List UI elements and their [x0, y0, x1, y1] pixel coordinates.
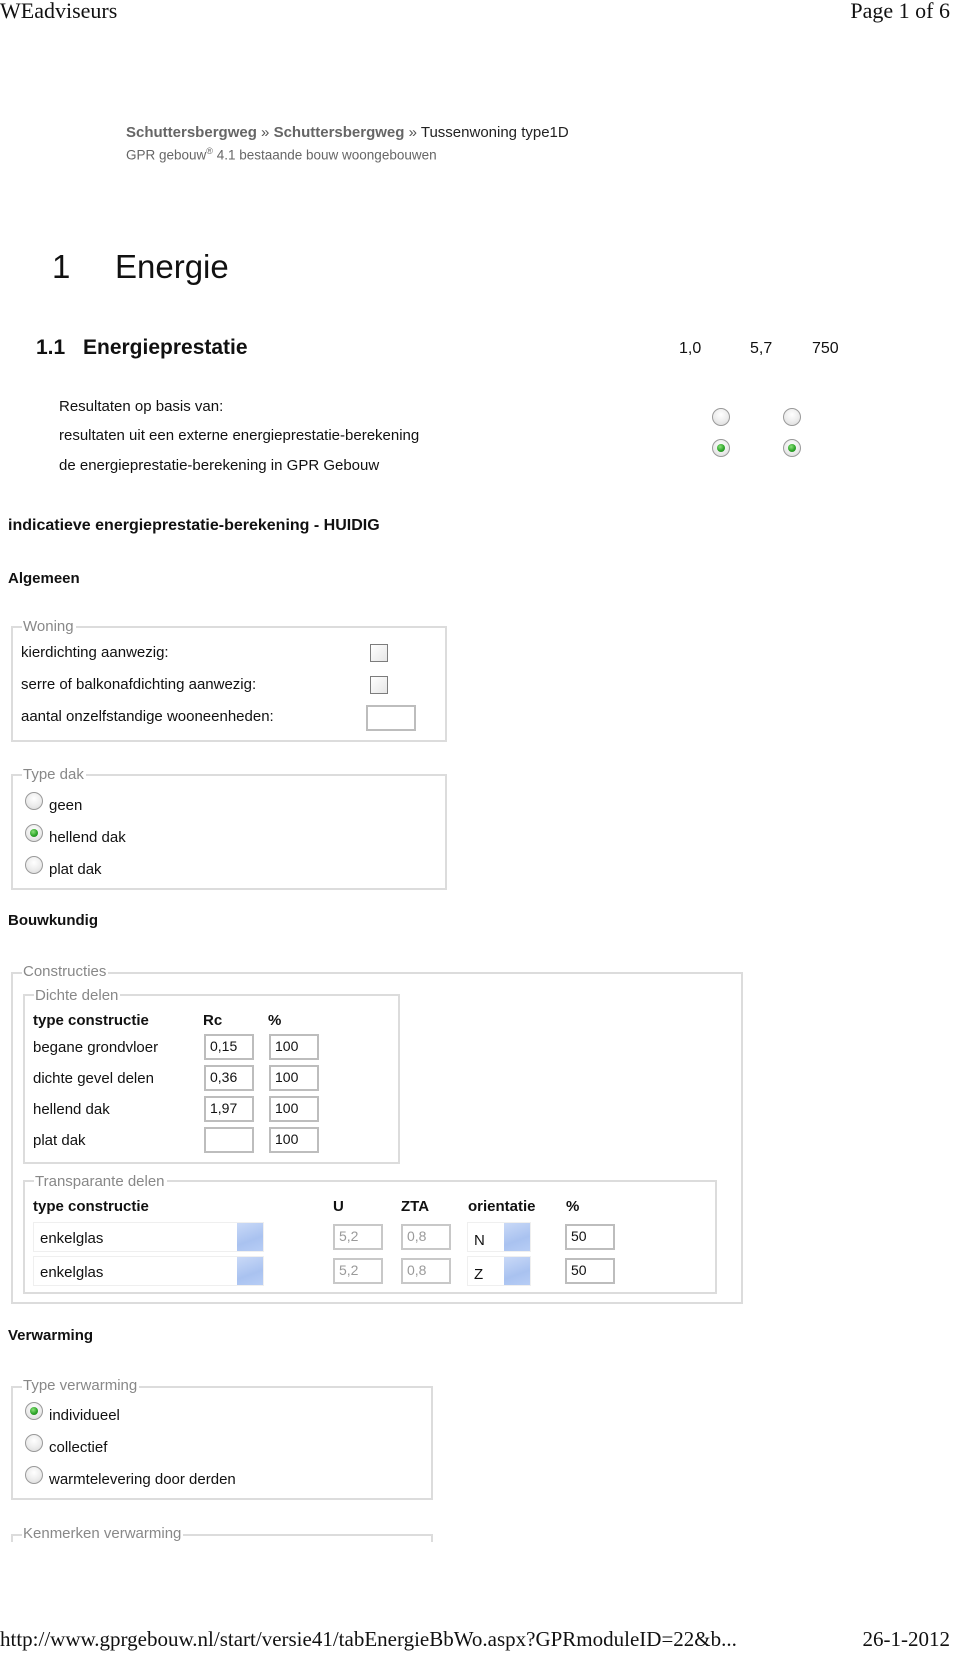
rc-input-plat-dak[interactable]	[204, 1127, 254, 1153]
serre-label: serre of balkonafdichting aanwezig:	[21, 676, 257, 693]
type-constructie-dropdown[interactable]: enkelglas	[33, 1256, 264, 1286]
dichte-row-type: plat dak	[33, 1132, 86, 1149]
breadcrumb: Schuttersbergweg » Schuttersbergweg » Tu…	[126, 124, 569, 141]
pct-input[interactable]: 50	[565, 1258, 615, 1284]
radio-verwarming-collectief[interactable]	[25, 1434, 43, 1452]
bouwkundig-heading: Bouwkundig	[8, 912, 98, 929]
dropdown-arrow-icon[interactable]	[504, 1257, 530, 1285]
dropdown-arrow-icon[interactable]	[504, 1223, 530, 1251]
dak-hellend-label: hellend dak	[49, 829, 126, 846]
radio-dak-plat[interactable]	[25, 856, 43, 874]
radio-external-col2[interactable]	[783, 408, 801, 426]
radio-gpr-col1[interactable]	[712, 439, 730, 457]
dichte-row-type: begane grondvloer	[33, 1039, 159, 1056]
transp-header-type: type constructie	[33, 1198, 149, 1215]
print-footer-date: 26-1-2012	[862, 1627, 951, 1651]
breadcrumb-separator: »	[261, 124, 270, 141]
orientatie-value: N	[474, 1232, 485, 1249]
constructies-legend: Constructies	[22, 963, 109, 980]
breadcrumb-item-current: Tussenwoning type1D	[420, 124, 569, 141]
results-option-gpr: de energieprestatie-berekening in GPR Ge…	[59, 457, 380, 474]
dichte-delen-legend: Dichte delen	[34, 987, 121, 1004]
kenmerken-verwarming-legend: Kenmerken verwarming	[22, 1525, 184, 1542]
chapter-number: 1	[52, 248, 71, 285]
dropdown-arrow-icon[interactable]	[237, 1223, 263, 1251]
type-verwarming-legend: Type verwarming	[22, 1377, 140, 1394]
woning-legend: Woning	[22, 618, 76, 635]
transp-header-pct: %	[566, 1198, 580, 1215]
radio-gpr-col2[interactable]	[783, 439, 801, 457]
kierdichting-label: kierdichting aanwezig:	[21, 644, 169, 661]
radio-verwarming-individueel[interactable]	[25, 1402, 43, 1420]
print-header-page: Page 1 of 6	[850, 0, 950, 23]
dichte-header-pct: %	[268, 1012, 282, 1029]
pct-input-grondvloer[interactable]: 100	[269, 1034, 319, 1060]
radio-dak-geen[interactable]	[25, 792, 43, 810]
score-3: 750	[812, 340, 839, 357]
rc-input-grondvloer[interactable]: 0,15	[204, 1034, 254, 1060]
dichte-header-type: type constructie	[33, 1012, 149, 1029]
chapter-title: Energie	[115, 248, 229, 285]
verwarming-derden-label: warmtelevering door derden	[49, 1471, 236, 1488]
print-footer-url: http://www.gprgebouw.nl/start/versie41/t…	[0, 1627, 737, 1651]
dichte-header-rc: Rc	[203, 1012, 223, 1029]
kierdichting-checkbox[interactable]	[370, 644, 388, 662]
section-title: Energieprestatie	[83, 336, 248, 359]
section-number: 1.1	[36, 336, 66, 359]
radio-dak-hellend[interactable]	[25, 824, 43, 842]
serre-checkbox[interactable]	[370, 676, 388, 694]
zta-input[interactable]: 0,8	[401, 1224, 451, 1250]
u-input[interactable]: 5,2	[333, 1258, 383, 1284]
results-basis-label: Resultaten op basis van:	[59, 398, 224, 415]
u-input[interactable]: 5,2	[333, 1224, 383, 1250]
zta-input[interactable]: 0,8	[401, 1258, 451, 1284]
transp-header-u: U	[333, 1198, 344, 1215]
transp-header-zta: ZTA	[401, 1198, 430, 1215]
verwarming-heading: Verwarming	[8, 1327, 94, 1344]
results-option-external: resultaten uit een externe energiepresta…	[59, 427, 420, 444]
orientatie-dropdown[interactable]: Z	[467, 1256, 531, 1286]
radio-external-col1[interactable]	[712, 408, 730, 426]
pct-input-plat-dak[interactable]: 100	[269, 1127, 319, 1153]
pct-input-gevel[interactable]: 100	[269, 1065, 319, 1091]
verwarming-individueel-label: individueel	[49, 1407, 120, 1424]
algemeen-heading: Algemeen	[8, 570, 80, 587]
pct-input-hellend-dak[interactable]: 100	[269, 1096, 319, 1122]
module-subtitle: GPR gebouw® 4.1 bestaande bouw woongebou…	[126, 146, 437, 163]
rc-input-hellend-dak[interactable]: 1,97	[204, 1096, 254, 1122]
transp-header-orientatie: orientatie	[468, 1198, 536, 1215]
type-constructie-dropdown[interactable]: enkelglas	[33, 1222, 264, 1252]
type-constructie-value: enkelglas	[40, 1230, 104, 1247]
dak-plat-label: plat dak	[49, 861, 102, 878]
rc-input-gevel[interactable]: 0,36	[204, 1065, 254, 1091]
trademark-symbol: ®	[206, 146, 213, 156]
print-header-site: WEadviseurs	[0, 0, 118, 23]
wooneenheden-label: aantal onzelfstandige wooneenheden:	[21, 708, 274, 725]
pct-input[interactable]: 50	[565, 1224, 615, 1250]
breadcrumb-item-project[interactable]: Schuttersbergweg	[126, 124, 257, 141]
calculation-title: indicatieve energieprestatie-berekening …	[8, 517, 380, 534]
wooneenheden-input[interactable]	[366, 705, 416, 731]
subtitle-version: 4.1 bestaande bouw woongebouwen	[212, 147, 437, 163]
dropdown-arrow-icon[interactable]	[237, 1257, 263, 1285]
type-dak-legend: Type dak	[22, 766, 86, 783]
breadcrumb-separator: »	[408, 124, 417, 141]
score-2: 5,7	[750, 340, 773, 357]
transparante-delen-legend: Transparante delen	[34, 1173, 167, 1190]
subtitle-product: GPR gebouw	[126, 147, 207, 163]
radio-verwarming-derden[interactable]	[25, 1466, 43, 1484]
orientatie-dropdown[interactable]: N	[467, 1222, 531, 1252]
score-1: 1,0	[679, 340, 702, 357]
dak-geen-label: geen	[49, 797, 83, 814]
type-constructie-value: enkelglas	[40, 1264, 104, 1281]
dichte-row-type: dichte gevel delen	[33, 1070, 154, 1087]
orientatie-value: Z	[474, 1266, 484, 1283]
dichte-row-type: hellend dak	[33, 1101, 110, 1118]
verwarming-collectief-label: collectief	[49, 1439, 108, 1456]
breadcrumb-item-location[interactable]: Schuttersbergweg	[274, 124, 405, 141]
